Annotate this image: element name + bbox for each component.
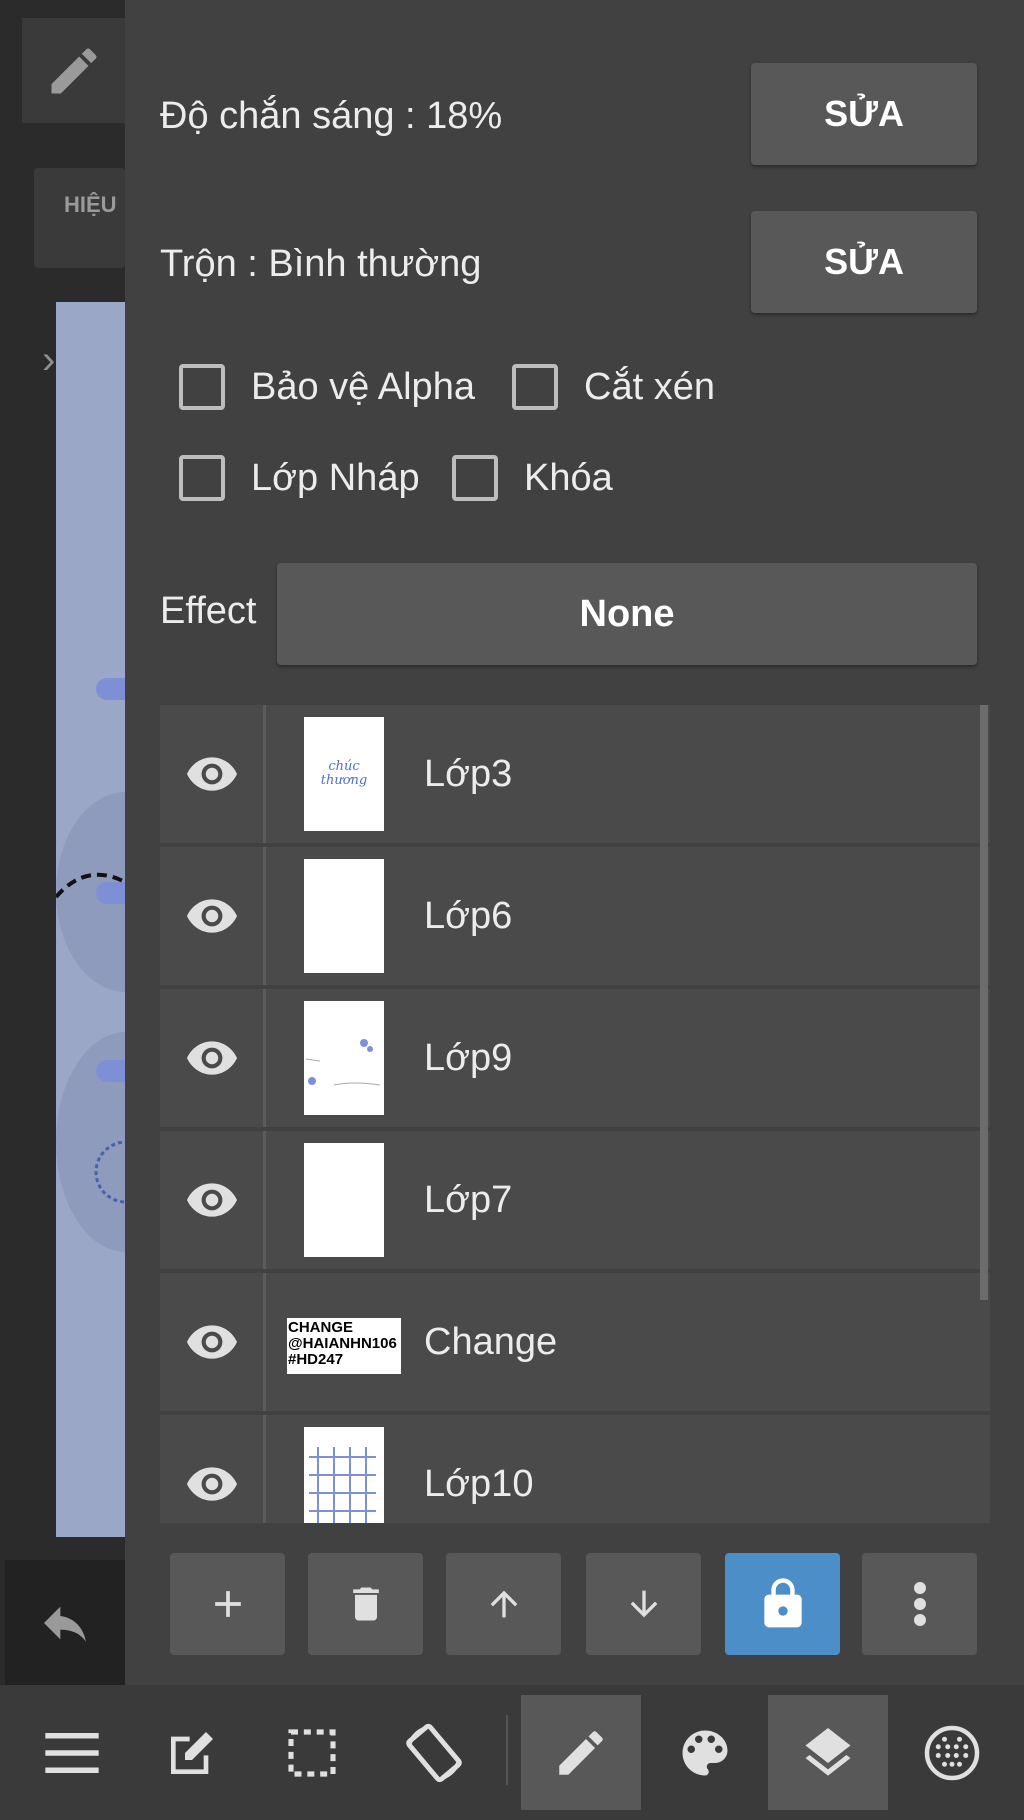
undo-button[interactable] [5, 1560, 125, 1685]
lock-layer-button[interactable] [725, 1553, 840, 1655]
delete-layer-button[interactable] [308, 1553, 423, 1655]
lock-label: Khóa [524, 456, 613, 499]
layer-thumbnail [304, 1427, 384, 1523]
protect-alpha-label: Bảo vệ Alpha [251, 365, 475, 408]
eye-icon [186, 899, 237, 933]
visibility-toggle[interactable] [160, 989, 266, 1127]
canvas-shape [96, 678, 125, 700]
eye-icon [186, 1041, 237, 1075]
effect-label: Effect [160, 590, 257, 632]
effect-tab-label: HIỆU [64, 192, 117, 217]
layer-list[interactable]: chúc thương Lớp3 Lớp6 Lớp9 Lớp7 CHANGE @… [160, 705, 990, 1523]
visibility-toggle[interactable] [160, 705, 266, 843]
edit-icon [171, 1731, 213, 1774]
layer-thumbnail [304, 1143, 384, 1257]
canvas-circle [94, 1140, 125, 1204]
checkbox-box [179, 364, 225, 410]
visibility-toggle[interactable] [160, 1273, 266, 1411]
add-layer-button[interactable] [170, 1553, 285, 1655]
pencil-icon [559, 1730, 603, 1775]
pencil-icon [51, 47, 97, 93]
layer-panel: Độ chắn sáng : 18% SỬA Trộn : Bình thườn… [125, 0, 1024, 1685]
thumbnail-grid [309, 1447, 376, 1523]
thumbnail-sketch [305, 1039, 381, 1086]
brush-tool-button[interactable] [22, 18, 125, 123]
layer-list-scrollbar[interactable] [980, 705, 988, 1300]
opacity-label: Độ chắn sáng : 18% [160, 95, 503, 137]
layer-thumbnail-text: chúc thương [320, 759, 368, 788]
chevron-right-icon[interactable]: › [42, 338, 55, 383]
draft-layer-checkbox[interactable]: Lớp Nháp [179, 455, 420, 501]
layers-icon [805, 1727, 851, 1776]
trash-icon [352, 1587, 379, 1621]
layer-thumbnail [304, 1001, 384, 1115]
canvas-preview[interactable] [56, 302, 125, 1537]
move-layer-up-button[interactable] [446, 1553, 561, 1655]
eye-icon [186, 1325, 237, 1359]
protect-alpha-checkbox[interactable]: Bảo vệ Alpha [179, 364, 475, 410]
clipping-checkbox[interactable]: Cắt xén [512, 364, 715, 410]
edit-button[interactable] [132, 1695, 252, 1810]
pencil-tool-button[interactable] [521, 1695, 641, 1810]
layer-row[interactable]: chúc thương Lớp3 [160, 705, 990, 843]
visibility-toggle[interactable] [160, 847, 266, 985]
lock-icon [763, 1578, 802, 1628]
draft-layer-label: Lớp Nháp [251, 456, 420, 499]
checkbox-box [179, 455, 225, 501]
eye-icon [186, 1467, 237, 1501]
checkbox-box [512, 364, 558, 410]
menu-button[interactable] [12, 1695, 132, 1810]
undo-icon [44, 1606, 86, 1642]
layer-row[interactable]: Lớp9 [160, 989, 990, 1127]
palette-icon [682, 1730, 728, 1775]
canvas-shape [96, 1060, 125, 1082]
clipping-label: Cắt xén [584, 365, 715, 408]
layer-thumbnail: CHANGE @HAIANHN106 #HD247 [287, 1318, 401, 1374]
layer-row[interactable]: CHANGE @HAIANHN106 #HD247 Change [160, 1273, 990, 1411]
rotate-button[interactable] [374, 1695, 494, 1810]
blend-mode-label: Trộn : Bình thường [160, 243, 482, 285]
layer-row[interactable]: Lớp7 [160, 1131, 990, 1269]
palette-button[interactable] [645, 1695, 765, 1810]
effect-select-button[interactable]: None [277, 563, 977, 665]
layer-thumbnail [304, 859, 384, 973]
bottom-navigation [0, 1685, 1024, 1820]
eye-icon [186, 757, 237, 791]
canvas-dashed-line [56, 872, 125, 899]
layers-button[interactable] [768, 1695, 888, 1810]
move-layer-down-button[interactable] [586, 1553, 701, 1655]
layer-row[interactable]: Lớp10 [160, 1415, 990, 1523]
eye-icon [186, 1183, 237, 1217]
opacity-edit-button[interactable]: SỬA [751, 63, 977, 165]
layer-name: Lớp3 [424, 752, 513, 795]
visibility-toggle[interactable] [160, 1131, 266, 1269]
grid-icon [924, 1725, 980, 1780]
layer-name: Lớp7 [424, 1178, 513, 1221]
layer-row[interactable]: Lớp6 [160, 847, 990, 985]
visibility-toggle[interactable] [160, 1415, 266, 1523]
layer-name: Lớp9 [424, 1036, 513, 1079]
add-icon [214, 1591, 241, 1617]
checkbox-box [452, 455, 498, 501]
layer-name: Change [424, 1320, 558, 1363]
arrow-down-icon [630, 1590, 657, 1618]
layer-name: Lớp6 [424, 894, 513, 937]
selection-button[interactable] [252, 1695, 372, 1810]
menu-icon [45, 1732, 99, 1773]
effect-tab[interactable]: HIỆU [34, 168, 125, 268]
more-options-button[interactable] [862, 1553, 977, 1655]
arrow-up-icon [490, 1590, 517, 1618]
blend-edit-button[interactable]: SỬA [751, 211, 977, 313]
rotate-icon [406, 1723, 462, 1782]
left-strip: HIỆU › [0, 0, 125, 1685]
selection-icon [288, 1728, 336, 1777]
grid-button[interactable] [892, 1695, 1012, 1810]
lock-checkbox[interactable]: Khóa [452, 455, 613, 501]
divider [506, 1715, 508, 1785]
layer-thumbnail: chúc thương [304, 717, 384, 831]
more-vertical-icon [913, 1582, 926, 1626]
layer-name: Lớp10 [424, 1462, 534, 1505]
